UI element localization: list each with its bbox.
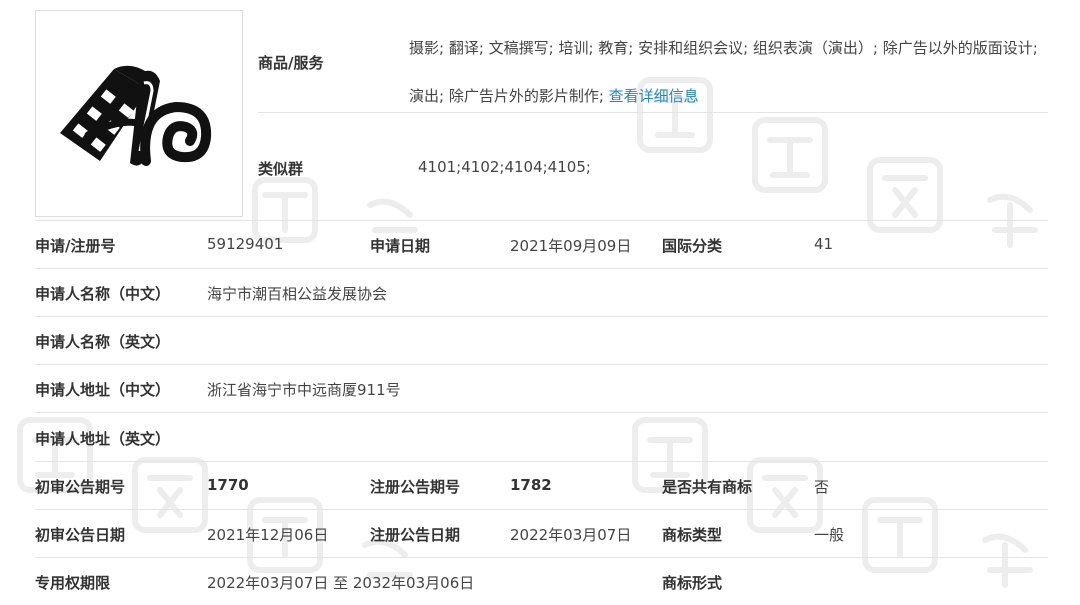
applicant-address-en-label: 申请人地址（英文） [35,430,171,448]
trademark-image [35,10,243,217]
goods-services-value: 摄影; 翻译; 文稿撰写; 培训; 教育; 安排和组织会议; 组织表演（演出）;… [409,24,1049,120]
divider [35,509,1048,510]
divider [35,461,1048,462]
divider [35,220,1048,221]
shared-mark-label: 是否共有商标 [662,478,753,496]
reg-date-label: 注册公告日期 [370,526,461,544]
goods-services-text: 摄影; 翻译; 文稿撰写; 培训; 教育; 安排和组织会议; 组织表演（演出）;… [409,39,1038,105]
mark-type-value: 一般 [814,526,845,544]
intl-class-label: 国际分类 [662,237,723,255]
reg-issue-value: 1782 [510,476,552,494]
similar-group-value: 4101;4102;4104;4105; [418,158,591,176]
prelim-date-label: 初审公告日期 [35,526,126,544]
applicant-address-cn-value: 浙江省海宁市中远商厦911号 [207,381,401,399]
exclusive-period-label: 专用权期限 [35,574,111,592]
divider [258,112,1048,113]
divider [35,268,1048,269]
reg-no-label: 申请/注册号 [35,237,116,255]
applicant-address-cn-label: 申请人地址（中文） [35,381,171,399]
apply-date-label: 申请日期 [370,237,431,255]
divider [35,412,1048,413]
applicant-name-cn-label: 申请人名称（中文） [35,285,171,303]
prelim-issue-value: 1770 [207,476,249,494]
trademark-logo-icon [60,65,212,166]
reg-issue-label: 注册公告期号 [370,478,461,496]
reg-no-value: 59129401 [207,235,284,253]
prelim-date-value: 2021年12月06日 [207,526,329,544]
intl-class-value: 41 [814,235,834,253]
goods-services-label: 商品/服务 [258,54,324,72]
prelim-issue-label: 初审公告期号 [35,478,126,496]
exclusive-period-value: 2022年03月07日 至 2032年03月06日 [207,574,475,592]
apply-date-value: 2021年09月09日 [510,237,632,255]
reg-date-value: 2022年03月07日 [510,526,632,544]
view-details-link[interactable]: 查看详细信息 [609,87,699,105]
trademark-detail: 商品/服务 摄影; 翻译; 文稿撰写; 培训; 教育; 安排和组织会议; 组织表… [0,0,1080,605]
mark-type-label: 商标类型 [662,526,723,544]
applicant-name-cn-value: 海宁市潮百相公益发展协会 [207,285,388,303]
applicant-name-en-label: 申请人名称（英文） [35,333,171,351]
mark-form-label: 商标形式 [662,574,723,592]
divider [35,316,1048,317]
divider [35,557,1048,558]
similar-group-label: 类似群 [258,160,304,178]
divider [35,364,1048,365]
shared-mark-value: 否 [814,478,830,496]
